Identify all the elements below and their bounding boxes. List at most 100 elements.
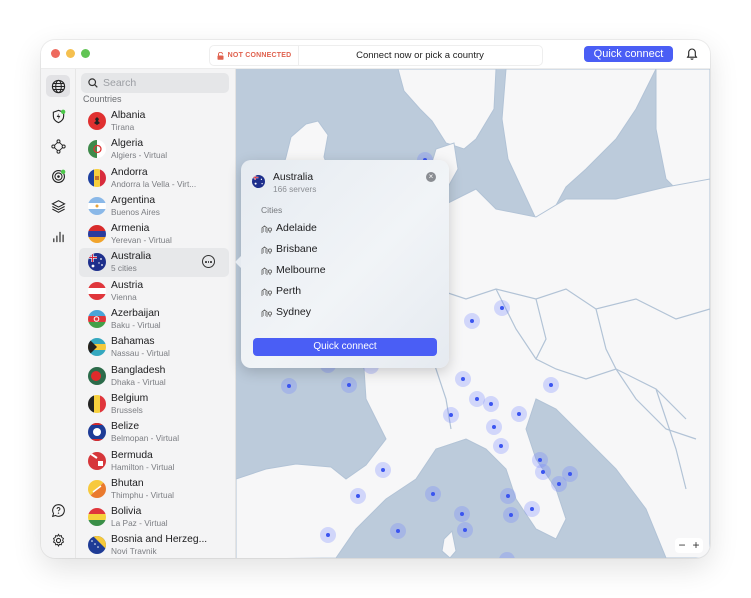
city-item[interactable]: Adelaide — [261, 220, 317, 236]
country-subtitle: Nassau - Virtual — [111, 348, 170, 359]
server-pin[interactable] — [524, 501, 540, 517]
server-pin[interactable] — [443, 407, 459, 423]
target-icon — [51, 169, 65, 183]
country-subtitle: Buenos Aires — [111, 206, 160, 217]
country-name: Bosnia and Herzeg... — [111, 534, 208, 546]
country-name: Bolivia — [111, 506, 142, 518]
help-icon — [51, 503, 65, 517]
country-name: Bhutan — [111, 477, 144, 489]
country-row[interactable]: Andorra Andorra la Vella - Virt... — [79, 164, 229, 192]
server-pin[interactable] — [390, 523, 406, 539]
city-item[interactable]: Brisbane — [261, 241, 317, 257]
rail-specialty-servers[interactable] — [46, 195, 70, 217]
city-item[interactable]: Perth — [261, 283, 301, 299]
australia-flag-icon — [252, 175, 265, 188]
city-name: Melbourne — [276, 264, 326, 276]
lock-open-icon — [217, 51, 224, 60]
rail-statistics[interactable] — [46, 225, 70, 247]
connect-prompt[interactable]: Connect now or pick a country — [298, 46, 542, 65]
flag-icon — [88, 168, 106, 187]
country-name: Azerbaijan — [111, 308, 160, 320]
rail-settings[interactable] — [46, 529, 70, 551]
title-bar: NOT CONNECTED Connect now or pick a coun… — [41, 40, 710, 69]
country-row[interactable]: Australia 5 cities — [79, 248, 229, 277]
server-pin[interactable] — [455, 371, 471, 387]
server-pin[interactable] — [320, 527, 336, 543]
server-pin[interactable] — [511, 406, 527, 422]
rail-threat-protection[interactable] — [46, 105, 70, 127]
country-row[interactable]: Armenia Yerevan - Virtual — [79, 220, 229, 248]
rail-countries[interactable] — [46, 75, 70, 97]
server-pin[interactable] — [551, 476, 567, 492]
server-pin[interactable] — [350, 488, 366, 504]
search-icon — [88, 78, 98, 88]
section-label: Countries — [83, 94, 122, 104]
country-subtitle: 5 cities — [111, 263, 137, 274]
server-pin[interactable] — [494, 300, 510, 316]
country-row[interactable]: Bangladesh Dhaka - Virtual — [79, 362, 229, 390]
server-pin[interactable] — [486, 419, 502, 435]
rail-help[interactable] — [46, 499, 70, 521]
country-row[interactable]: Bahamas Nassau - Virtual — [79, 333, 229, 361]
bell-icon[interactable] — [686, 47, 698, 61]
country-row[interactable]: Bhutan Thimphu - Virtual — [79, 475, 229, 503]
maximize-window-button[interactable] — [81, 49, 90, 58]
country-row[interactable]: Austria Vienna — [79, 277, 229, 305]
country-row[interactable]: Algeria Algiers - Virtual — [79, 135, 229, 163]
quick-connect-button[interactable]: Quick connect — [584, 46, 673, 62]
country-subtitle: Brussels — [111, 404, 143, 415]
close-icon[interactable]: × — [426, 172, 436, 182]
rail-dark-web-monitor[interactable] — [46, 165, 70, 187]
server-pin[interactable] — [500, 488, 516, 504]
server-pin[interactable] — [457, 522, 473, 538]
server-pin[interactable] — [493, 438, 509, 454]
city-icon — [261, 308, 273, 317]
server-pin[interactable] — [425, 486, 441, 502]
server-pin[interactable] — [454, 506, 470, 522]
close-window-button[interactable] — [51, 49, 60, 58]
city-item[interactable]: Sydney — [261, 304, 311, 320]
country-row[interactable]: Belgium Brussels — [79, 390, 229, 418]
zoom-out-button[interactable]: − — [678, 538, 685, 553]
country-name: Bermuda — [111, 449, 153, 461]
search-box[interactable] — [81, 73, 229, 93]
server-pin[interactable] — [503, 507, 519, 523]
country-row[interactable]: Belize Belmopan - Virtual — [79, 418, 229, 446]
server-pin[interactable] — [535, 464, 551, 480]
flag-icon — [88, 140, 106, 159]
country-subtitle: La Paz - Virtual — [111, 518, 168, 529]
country-name: Bangladesh — [111, 364, 166, 376]
country-row[interactable]: Bosnia and Herzeg... Novi Travnik — [79, 531, 229, 558]
country-name: Albania — [111, 110, 146, 121]
country-row[interactable]: Bolivia La Paz - Virtual — [79, 503, 229, 531]
rail-meshnet[interactable] — [46, 135, 70, 157]
country-row[interactable]: Azerbaijan Baku - Virtual — [79, 305, 229, 333]
country-row[interactable]: Argentina Buenos Aires — [79, 192, 229, 220]
city-name: Perth — [276, 285, 302, 297]
search-input[interactable] — [103, 73, 223, 93]
popup-quick-connect-button[interactable]: Quick connect — [253, 338, 437, 356]
zoom-in-button[interactable]: + — [692, 538, 699, 553]
city-icon — [261, 224, 273, 233]
country-name: Belgium — [111, 392, 149, 404]
country-list[interactable]: Albania Tirana Algeria Algiers - Virtual And… — [79, 107, 229, 558]
flag-icon — [88, 338, 106, 357]
city-item[interactable]: Melbourne — [261, 262, 326, 278]
country-name: Algeria — [111, 138, 144, 150]
server-pin[interactable] — [483, 396, 499, 412]
country-name: Armenia — [111, 223, 150, 235]
server-pin[interactable] — [543, 377, 559, 393]
server-pin[interactable] — [375, 462, 391, 478]
server-pin[interactable] — [464, 313, 480, 329]
server-pin[interactable] — [281, 378, 297, 394]
flag-icon — [88, 536, 106, 555]
country-row[interactable]: Albania Tirana — [79, 107, 229, 135]
flag-icon — [88, 310, 106, 329]
popup-country-name: Australia — [273, 172, 314, 183]
country-row[interactable]: Bermuda Hamilton - Virtual — [79, 447, 229, 475]
server-pin[interactable] — [341, 377, 357, 393]
country-name: Belize — [111, 421, 140, 433]
more-options-icon[interactable] — [202, 255, 215, 269]
country-popup: Australia 166 servers × Cities Adelaide B… — [235, 160, 449, 368]
minimize-window-button[interactable] — [66, 49, 75, 58]
